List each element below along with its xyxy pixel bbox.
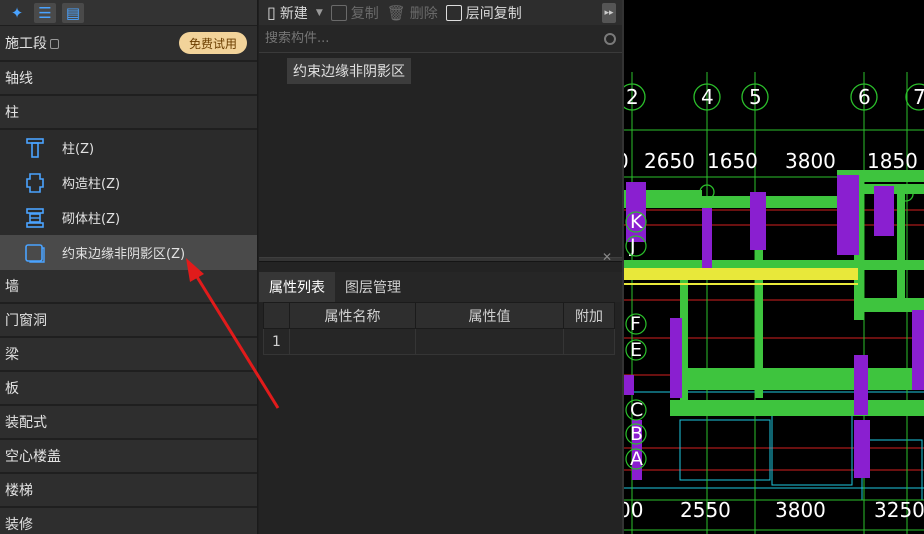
annotation-arrow — [186, 258, 280, 409]
app-window: ✦ ☰ ▤ 施工段 免费试用 轴线 柱 柱(Z) 构造柱(Z) 砌体柱(Z) 约… — [0, 0, 924, 534]
